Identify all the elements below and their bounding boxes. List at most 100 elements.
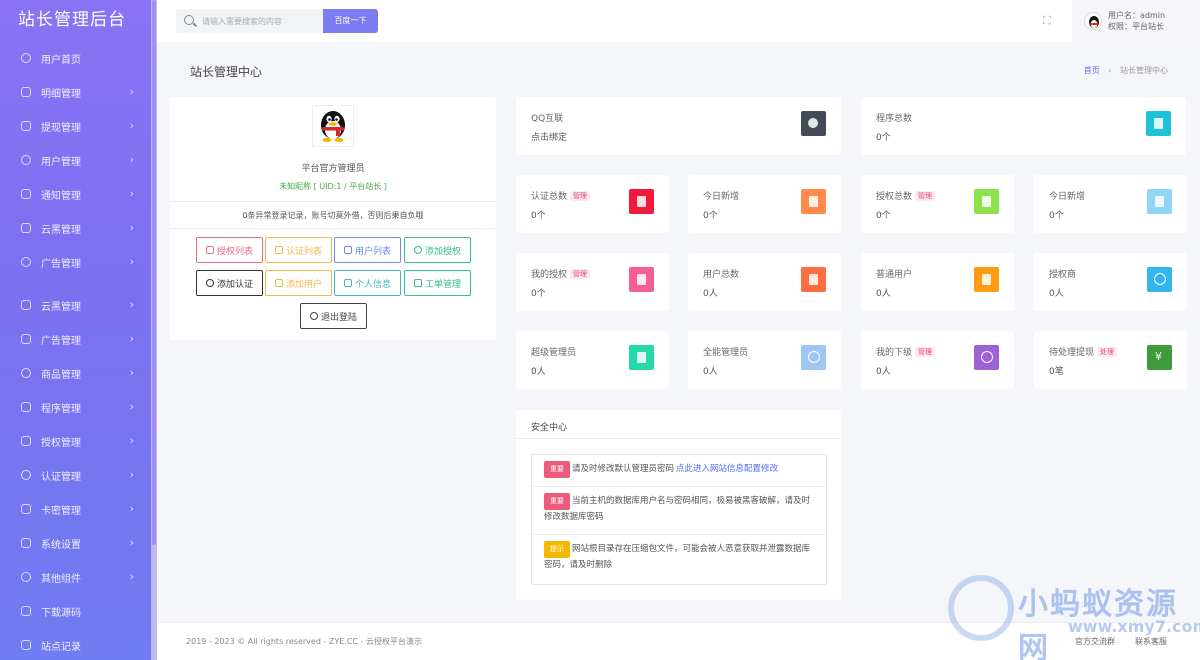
stat-label: 全能管理员	[703, 345, 748, 358]
stat-card[interactable]: 全能管理员 0人	[688, 331, 841, 389]
stat-tag[interactable]: 管理	[570, 191, 591, 201]
sidebar-item-label: 明细管理	[41, 88, 81, 100]
user-menu[interactable]: 用户名：admin 权限：平台站长	[1072, 0, 1200, 42]
add-cert-button[interactable]: 添加认证	[196, 270, 263, 296]
stat-label-text: 待处理提现	[1049, 348, 1095, 358]
ticket-manage-button[interactable]: 工单管理	[404, 270, 471, 296]
button-label: 添加用户	[285, 279, 322, 290]
sidebar-item[interactable]: 提现管理 ›	[0, 116, 150, 136]
stat-card[interactable]: 我的授权 管理 0个	[516, 253, 669, 311]
sidebar-item-label: 卡密管理	[41, 505, 81, 517]
button-label: 添加认证	[216, 279, 253, 290]
stat-card[interactable]: 程序总数 0个	[861, 97, 1186, 155]
app-title: 站长管理后台	[18, 10, 126, 30]
scrollbar-thumb[interactable]	[152, 0, 156, 545]
security-center-card: 安全中心 重要 请及时修改默认管理员密码 点此进入网站信息配置修改 重要 当前主机的数据…	[516, 410, 841, 600]
stat-tag[interactable]: 管理	[570, 269, 591, 279]
fullscreen-icon[interactable]: ⛶	[1043, 14, 1055, 27]
stat-label-text: 用户总数	[703, 270, 740, 280]
stat-tag[interactable]: 管理	[915, 347, 936, 357]
sidebar-item[interactable]: 商品管理 ›	[0, 363, 150, 383]
sidebar-item[interactable]: 认证管理 ›	[0, 465, 150, 485]
footer-copyright: 2019 - 2023 © All rights reserved - ZYE.…	[186, 637, 422, 646]
auth-list-button[interactable]: 授权列表	[196, 237, 263, 263]
sidebar-item[interactable]: 卡密管理 ›	[0, 499, 150, 519]
stat-tag[interactable]: 处理	[1097, 347, 1118, 357]
footer-link-group[interactable]: 官方交流群	[1075, 636, 1115, 647]
stat-card[interactable]: 我的下级 管理 0人	[861, 331, 1014, 389]
stat-label-text: 授权商	[1049, 270, 1077, 280]
security-badge: 重要	[544, 461, 570, 478]
sidebar-item[interactable]: 站点记录	[0, 635, 150, 655]
program-icon	[21, 402, 31, 412]
search-input[interactable]: 请输入需要搜索的内容	[176, 9, 323, 33]
stat-card[interactable]: 用户总数 0人	[688, 253, 841, 311]
sidebar-item[interactable]: 系统设置 ›	[0, 533, 150, 553]
sidebar-item[interactable]: 其他组件 ›	[0, 567, 150, 587]
add-user-button[interactable]: 添加用户	[265, 270, 332, 296]
stat-card[interactable]: QQ互联 点击绑定	[516, 97, 841, 155]
breadcrumb: 首页 › 站长管理中心	[1084, 65, 1168, 76]
add-auth-button[interactable]: 添加授权	[404, 237, 471, 263]
stat-card[interactable]: 授权商 0人	[1034, 253, 1187, 311]
yen-icon	[1147, 345, 1172, 370]
sidebar-scrollbar[interactable]	[151, 0, 157, 660]
cert-list-button[interactable]: 认证列表	[265, 237, 332, 263]
document-icon	[629, 189, 654, 214]
stat-value: 0个	[876, 211, 891, 221]
divider	[170, 228, 496, 229]
chevron-right-icon: ›	[129, 85, 134, 98]
stat-label: 我的下级 管理	[876, 345, 936, 358]
stat-card[interactable]: 今日新增 0个	[688, 175, 841, 233]
search-button[interactable]: 百度一下	[323, 9, 378, 33]
sidebar-item[interactable]: 云黑管理 ›	[0, 295, 150, 315]
divider	[170, 201, 496, 202]
sidebar-item[interactable]: 授权管理 ›	[0, 431, 150, 451]
sidebar-item[interactable]: 用户首页	[0, 48, 150, 68]
stat-card[interactable]: 超级管理员 0人	[516, 331, 669, 389]
security-text: 网站根目录存在压缩包文件，可能会被人恶意获取并泄露数据库密码，请及时删除	[544, 544, 811, 570]
flag-icon	[21, 436, 31, 446]
chevron-right-icon: ›	[129, 570, 134, 583]
stat-card[interactable]: 授权总数 管理 0个	[861, 175, 1014, 233]
stat-value: 0个	[1049, 211, 1064, 221]
document-icon	[801, 189, 826, 214]
footer-link-support[interactable]: 联系客服	[1135, 636, 1167, 647]
stat-tag[interactable]: 管理	[915, 191, 936, 201]
stat-label-text: 今日新增	[1049, 192, 1086, 202]
sidebar-item[interactable]: 明细管理 ›	[0, 82, 150, 102]
sidebar-item[interactable]: 程序管理 ›	[0, 397, 150, 417]
stat-value: 0个	[703, 211, 718, 221]
stat-value: 0人	[703, 289, 718, 299]
stat-card[interactable]: 待处理提现 处理 0笔	[1034, 331, 1187, 389]
button-icon	[274, 279, 283, 287]
chevron-right-icon: ›	[129, 400, 134, 413]
user-list-button[interactable]: 用户列表	[334, 237, 401, 263]
sidebar-item-label: 用户首页	[41, 54, 81, 66]
stat-label-text: 今日新增	[703, 192, 740, 202]
security-config-link[interactable]: 点此进入网站信息配置修改	[676, 464, 778, 474]
sidebar-item[interactable]: 广告管理 ›	[0, 329, 150, 349]
stat-card[interactable]: 普通用户 0人	[861, 253, 1014, 311]
user-icon	[801, 345, 826, 370]
home-icon	[21, 53, 31, 63]
stat-value[interactable]: 点击绑定	[531, 130, 567, 143]
stat-card[interactable]: 今日新增 0个	[1034, 175, 1187, 233]
profile-info-button[interactable]: 个人信息	[334, 270, 401, 296]
stat-label-text: 普通用户	[876, 270, 913, 280]
stat-card[interactable]: 认证总数 管理 0个	[516, 175, 669, 233]
stat-value: 0人	[1049, 289, 1064, 299]
security-item: 提示 网站根目录存在压缩包文件，可能会被人恶意获取并泄露数据库密码，请及时删除	[532, 535, 826, 586]
logout-button[interactable]: 退出登陆	[300, 303, 367, 329]
bell-icon	[21, 189, 31, 199]
breadcrumb-home[interactable]: 首页	[1084, 66, 1100, 75]
chevron-right-icon: ›	[129, 221, 134, 234]
sidebar-item[interactable]: 云黑管理 ›	[0, 218, 150, 238]
sidebar-item-label: 云黑管理	[41, 301, 81, 313]
divider	[516, 438, 841, 439]
stat-label: 认证总数 管理	[531, 189, 591, 202]
sidebar-item[interactable]: 用户管理 ›	[0, 150, 150, 170]
sidebar-item[interactable]: 下载源码	[0, 601, 150, 621]
sidebar-item[interactable]: 通知管理 ›	[0, 184, 150, 204]
sidebar-item[interactable]: 广告管理 ›	[0, 252, 150, 272]
